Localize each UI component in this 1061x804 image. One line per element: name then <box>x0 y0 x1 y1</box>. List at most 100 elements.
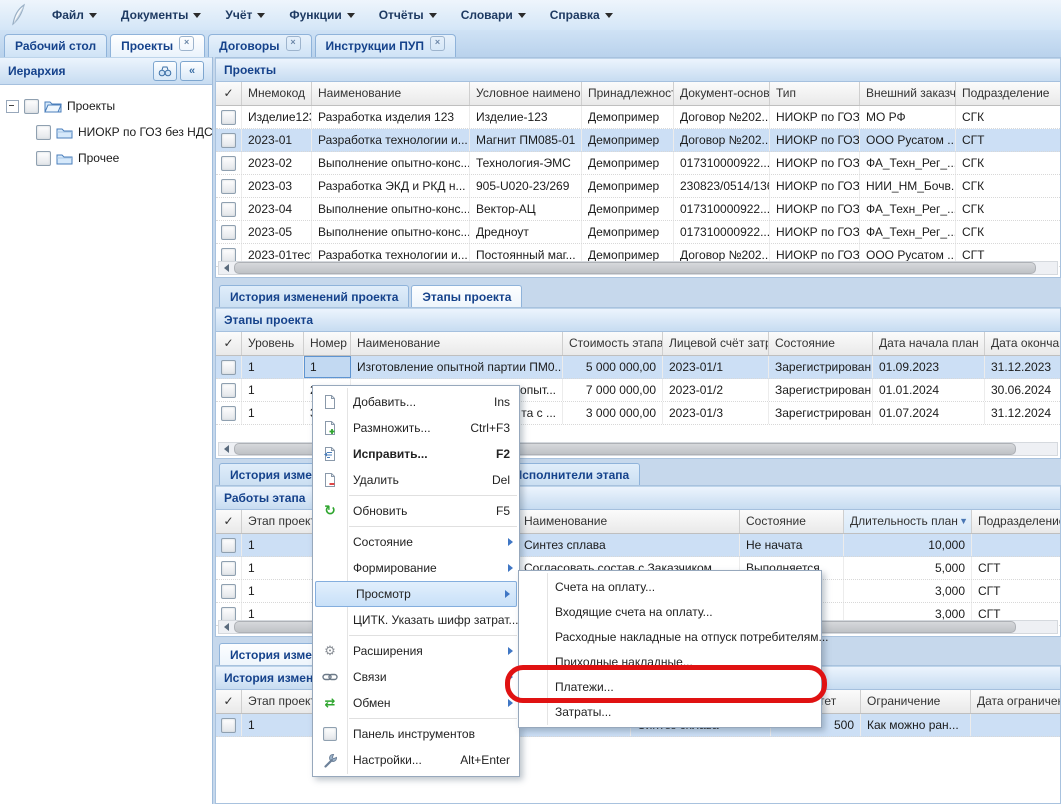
column-header-Стоимость этапа[interactable]: Стоимость этапа <box>563 332 663 355</box>
menu-item-Просмотр[interactable]: Просмотр <box>315 581 517 607</box>
menu-item-Формирование[interactable]: Формирование <box>313 555 519 581</box>
table-row[interactable]: 2023-02Выполнение опытно-конс...Технолог… <box>216 152 1060 175</box>
column-header-Дата начала план[interactable]: Дата начала план <box>873 332 985 355</box>
submenu-item-Счета на оплату...[interactable]: Счета на оплату... <box>519 574 821 599</box>
row-checkbox[interactable] <box>221 156 236 171</box>
menu-item-Удалить[interactable]: УдалитьDel <box>313 467 519 493</box>
column-header-Принадлежность[interactable]: Принадлежность <box>582 82 674 105</box>
column-header-Мнемокод[interactable]: Мнемокод <box>242 82 312 105</box>
select-all-header[interactable]: ✓ <box>216 690 242 713</box>
column-header-Состояние[interactable]: Состояние <box>740 510 844 533</box>
tree-node-Прочее[interactable]: Прочее <box>0 145 212 171</box>
menubar-item-Словари[interactable]: Словари <box>449 4 538 26</box>
table-row[interactable]: 2023-03Разработка ЭКД и РКД н...905-U020… <box>216 175 1060 198</box>
submenu-item-Входящие счета на оплату...[interactable]: Входящие счета на оплату... <box>519 599 821 624</box>
close-icon[interactable]: × <box>179 36 194 51</box>
column-header-Наименование[interactable]: Наименование <box>312 82 470 105</box>
tab-История изменений проекта[interactable]: История изменений проекта <box>219 285 409 307</box>
menubar-item-Отчёты[interactable]: Отчёты <box>367 4 449 26</box>
column-header-Дата окончания[interactable]: Дата окончания <box>985 332 1061 355</box>
table-row[interactable]: 11Изготовление опытной партии ПМ0...5 00… <box>216 356 1060 379</box>
tab-Этапы проекта[interactable]: Этапы проекта <box>411 285 522 307</box>
column-header-Подразделение[interactable]: Подразделение <box>956 82 1061 105</box>
menubar-item-Учёт[interactable]: Учёт <box>213 4 277 26</box>
menu-item-Состояние[interactable]: Состояние <box>313 529 519 555</box>
row-checkbox[interactable] <box>221 202 236 217</box>
menubar-item-Файл[interactable]: Файл <box>40 4 109 26</box>
checkbox-icon <box>313 727 347 741</box>
menubar-item-Документы[interactable]: Документы <box>109 4 213 26</box>
submenu-item-Платежи...[interactable]: Платежи... <box>519 674 821 699</box>
tab-Инструкции ПУП[interactable]: Инструкции ПУП× <box>315 34 456 57</box>
close-icon[interactable]: × <box>286 36 301 51</box>
row-checkbox[interactable] <box>221 561 236 576</box>
tree-node-НИОКР по ГОЗ без НДС[interactable]: НИОКР по ГОЗ без НДС <box>0 119 212 145</box>
column-header-Дата ограничения[interactable]: Дата ограничения <box>971 690 1061 713</box>
menu-item-Исправить...[interactable]: Исправить...F2 <box>313 441 519 467</box>
tab-Проекты[interactable]: Проекты× <box>110 34 205 57</box>
tree-node-Проекты[interactable]: Проекты <box>0 93 212 119</box>
table-row[interactable]: 2023-04Выполнение опытно-конс...Вектор-А… <box>216 198 1060 221</box>
table-row[interactable]: 2023-01Разработка технологии и...Магнит … <box>216 129 1060 152</box>
row-checkbox[interactable] <box>221 360 236 375</box>
scroll-left-icon[interactable] <box>219 262 234 274</box>
column-header-Условное наименование[interactable]: Условное наименование <box>470 82 582 105</box>
submenu-item-Расходные накладные на отпуск потребителям...[interactable]: Расходные накладные на отпуск потребител… <box>519 624 821 649</box>
tab-Рабочий стол[interactable]: Рабочий стол <box>4 34 107 57</box>
row-checkbox[interactable] <box>221 179 236 194</box>
column-header-Уровень[interactable]: Уровень <box>242 332 304 355</box>
table-row[interactable]: 2023-05Выполнение опытно-конс...Дредноут… <box>216 221 1060 244</box>
row-checkbox[interactable] <box>221 406 236 421</box>
menu-item-Размножить...[interactable]: Размножить...Ctrl+F3 <box>313 415 519 441</box>
menubar-item-Функции[interactable]: Функции <box>277 4 366 26</box>
column-header-Состояние[interactable]: Состояние <box>769 332 873 355</box>
tab-Договоры[interactable]: Договоры× <box>208 34 311 57</box>
scroll-left-icon[interactable] <box>219 621 234 633</box>
column-header-Подразделение-исполнитель[interactable]: Подразделение-исполнитель <box>972 510 1061 533</box>
submenu-item-Приходные накладные...[interactable]: Приходные накладные... <box>519 649 821 674</box>
tab-Исполнители этапа[interactable]: Исполнители этапа <box>503 463 641 485</box>
column-header-Ограничение[interactable]: Ограничение <box>861 690 971 713</box>
close-icon[interactable]: × <box>430 36 445 51</box>
row-checkbox[interactable] <box>221 584 236 599</box>
column-header-Длительность план[interactable]: Длительность план▼ <box>844 510 972 533</box>
row-checkbox[interactable] <box>221 110 236 125</box>
column-header-Тип[interactable]: Тип <box>770 82 860 105</box>
collapse-icon[interactable]: « <box>180 61 204 81</box>
column-header-Номер[interactable]: Номер <box>304 332 351 355</box>
chevron-down-icon <box>518 13 526 18</box>
submenu-item-Затраты...[interactable]: Затраты... <box>519 699 821 724</box>
expander-icon[interactable] <box>6 100 19 113</box>
menubar-item-Справка[interactable]: Справка <box>538 4 625 26</box>
binoculars-icon[interactable] <box>153 61 177 81</box>
column-header-Наименование[interactable]: Наименование <box>351 332 563 355</box>
column-header-Внешний заказчик[interactable]: Внешний заказчик <box>860 82 956 105</box>
row-checkbox[interactable] <box>221 718 236 733</box>
menu-item-Панель инструментов[interactable]: Панель инструментов <box>313 721 519 747</box>
projects-hscrollbar[interactable] <box>218 261 1058 275</box>
scroll-left-icon[interactable] <box>219 443 234 455</box>
menu-item-Обмен[interactable]: ⇄Обмен <box>313 690 519 716</box>
column-header-Документ-основание[interactable]: Документ-основание <box>674 82 770 105</box>
tree-checkbox[interactable] <box>36 151 51 166</box>
menu-item-Расширения[interactable]: ⚙Расширения <box>313 638 519 664</box>
column-header-Лицевой счёт затрат.[interactable]: Лицевой счёт затрат. <box>663 332 769 355</box>
menu-item-Настройки...[interactable]: Настройки...Alt+Enter <box>313 747 519 773</box>
menu-item-Добавить...[interactable]: Добавить...Ins <box>313 389 519 415</box>
menu-item-Обновить[interactable]: ↻ОбновитьF5 <box>313 498 519 524</box>
row-checkbox[interactable] <box>221 225 236 240</box>
select-all-header[interactable]: ✓ <box>216 510 242 533</box>
menu-item-ЦИТК. Указать шифр затрат...[interactable]: ЦИТК. Указать шифр затрат... <box>313 607 519 633</box>
row-checkbox[interactable] <box>221 538 236 553</box>
tree-checkbox[interactable] <box>36 125 51 140</box>
tree-checkbox[interactable] <box>24 99 39 114</box>
row-checkbox[interactable] <box>221 133 236 148</box>
column-header-Наименование[interactable]: Наименование <box>518 510 740 533</box>
select-all-header[interactable]: ✓ <box>216 82 242 105</box>
table-row[interactable]: Изделие123Разработка изделия 123Изделие-… <box>216 106 1060 129</box>
chevron-down-icon <box>605 13 613 18</box>
scrollbar-thumb[interactable] <box>234 262 1036 274</box>
select-all-header[interactable]: ✓ <box>216 332 242 355</box>
row-checkbox[interactable] <box>221 383 236 398</box>
menu-item-Связи[interactable]: Связи <box>313 664 519 690</box>
